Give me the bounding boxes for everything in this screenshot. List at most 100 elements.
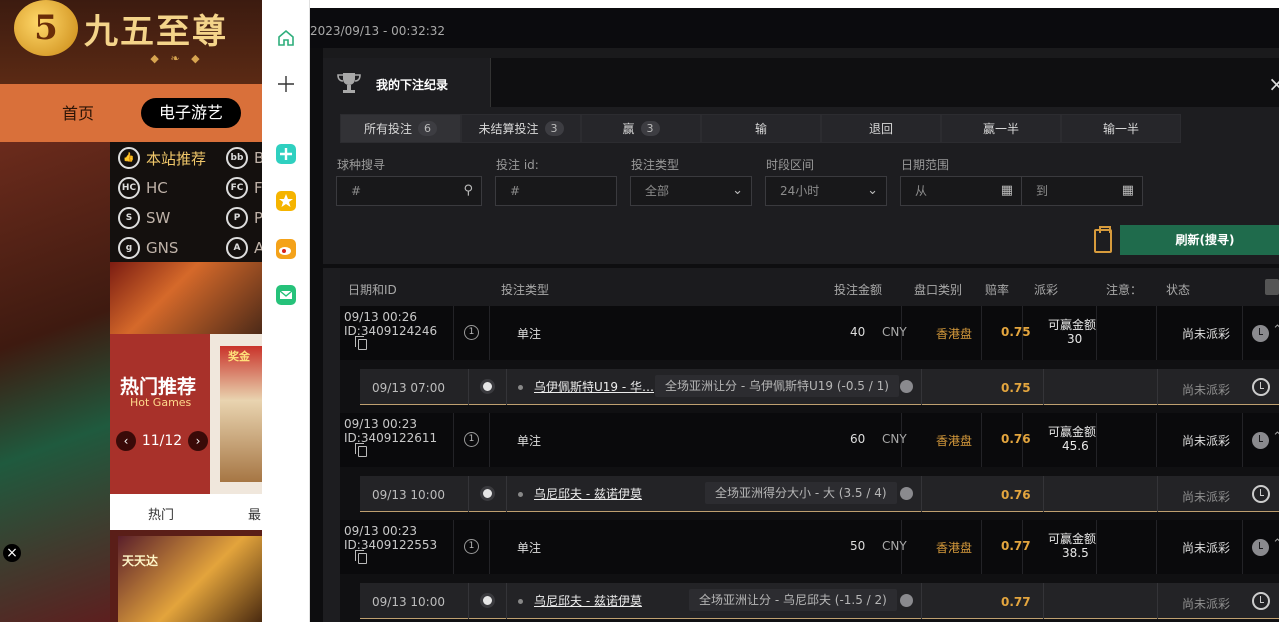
- bet-amount: 50: [850, 539, 866, 553]
- nav-home[interactable]: 首页: [62, 100, 94, 124]
- tab-unsettled[interactable]: 未结算投注 3: [461, 114, 581, 143]
- background-site: 5 九五至尊 ◆ ❧ ◆ 首页 电子游艺 👍 本站推荐 bb B HC HC FC F …: [0, 0, 262, 622]
- soccer-ball-icon: [480, 486, 495, 501]
- divider: [468, 369, 469, 405]
- cell-note: [1097, 413, 1157, 467]
- soccer-ball-icon: [480, 593, 495, 608]
- bet-type-select[interactable]: 全部 ⌄: [630, 176, 752, 206]
- pin-icon[interactable]: [274, 142, 298, 166]
- clock-icon[interactable]: [1252, 539, 1269, 556]
- provider-gns[interactable]: g GNS: [118, 236, 178, 260]
- clock-icon[interactable]: [1252, 485, 1270, 503]
- clipboard-icon[interactable]: [1094, 226, 1112, 253]
- divider: [921, 476, 922, 512]
- date-from-input[interactable]: 从 ▦: [900, 176, 1022, 206]
- side-toolbar: [262, 0, 310, 622]
- tab-half-lose[interactable]: 输一半: [1061, 114, 1181, 143]
- info-icon[interactable]: [900, 487, 913, 500]
- bet-id-input[interactable]: #: [495, 176, 617, 206]
- table-header: 日期和ID 投注类型 投注金额 盘口类别 赔率 派彩 注意： 状态: [340, 268, 1279, 306]
- bet-status: 尚未派彩: [1182, 327, 1231, 341]
- table-row[interactable]: 09/13 00:23 ID:3409122553 1 单注 50 CNY 香港…: [340, 520, 1279, 574]
- current-datetime: 2023/09/13 - 00:32:32: [310, 24, 446, 38]
- clock-icon[interactable]: [1252, 592, 1270, 610]
- game-banner[interactable]: 天天达: [118, 536, 262, 622]
- next-page-button[interactable]: ›: [187, 431, 208, 451]
- cell-payout: [1023, 306, 1097, 360]
- count-badge: 6: [418, 121, 437, 136]
- win-label: 可赢金额: [1048, 318, 1097, 332]
- promo-banner[interactable]: [110, 262, 262, 334]
- divider: [506, 476, 507, 512]
- tab-half-win[interactable]: 赢一半: [941, 114, 1061, 143]
- tab-hot[interactable]: 热门: [148, 504, 174, 523]
- close-icon[interactable]: ×: [3, 544, 21, 562]
- provider-a[interactable]: AA: [226, 236, 262, 260]
- home-icon[interactable]: [274, 26, 298, 50]
- plus-icon[interactable]: [274, 72, 298, 96]
- info-icon[interactable]: [900, 594, 913, 607]
- tab-refund[interactable]: 退回: [821, 114, 941, 143]
- selection-odds: 0.75: [1001, 381, 1031, 395]
- refresh-search-button[interactable]: 刷新(搜寻): [1120, 225, 1279, 255]
- tab-all-bets[interactable]: 所有投注 6: [340, 114, 461, 143]
- tab-win[interactable]: 赢3: [581, 114, 701, 143]
- provider-recommended[interactable]: 👍 本站推荐: [118, 146, 206, 170]
- chevron-up-icon[interactable]: ⌃: [1272, 323, 1279, 338]
- copy-icon[interactable]: [355, 550, 367, 564]
- calendar-icon: ▦: [1000, 183, 1013, 198]
- site-game-tabs: 热门 最: [110, 494, 262, 530]
- soccer-ball-icon: [480, 379, 495, 394]
- bet-selection: 全场亚洲让分 - 乌伊佩斯特U19 (-0.5 / 1): [655, 375, 899, 397]
- bet-history-modal: 我的下注纪录 × 所有投注 6 未结算投注 3 赢3 输 退回 赢一半 输一半 球种…: [323, 58, 1279, 622]
- period-select[interactable]: 24小时 ⌄: [765, 176, 887, 206]
- divider: [506, 583, 507, 619]
- selection-status: 尚未派彩: [1182, 490, 1231, 504]
- bet-table: 日期和ID 投注类型 投注金额 盘口类别 赔率 派彩 注意： 状态 09/13 …: [340, 268, 1279, 622]
- info-icon[interactable]: [900, 380, 913, 393]
- table-row[interactable]: 09/13 00:23 ID:3409122611 1 单注 60 CNY 香港…: [340, 413, 1279, 467]
- provider-b[interactable]: bb B: [226, 146, 262, 170]
- match-link[interactable]: 乌尼邱夫 - 兹诺伊莫: [534, 485, 642, 502]
- gns-icon: g: [118, 237, 140, 259]
- p-icon: P: [226, 207, 248, 229]
- col-market: 盘口类别: [914, 283, 963, 297]
- tab-latest[interactable]: 最: [248, 504, 261, 523]
- bet-id-label: 投注 id:: [496, 158, 539, 172]
- chevron-up-icon[interactable]: ⌃: [1272, 537, 1279, 552]
- site-nav: 首页 电子游艺: [0, 84, 262, 142]
- star-icon[interactable]: [274, 189, 298, 213]
- divider: [468, 583, 469, 619]
- sport-search-input[interactable]: # ⚲: [336, 176, 482, 206]
- game-banner-label: 天天达: [122, 554, 159, 568]
- clock-icon[interactable]: [1252, 432, 1269, 449]
- cell-note: [1097, 520, 1157, 574]
- divider: [1043, 476, 1044, 512]
- divider: [1043, 369, 1044, 405]
- chevron-up-icon[interactable]: ⌃: [1272, 430, 1279, 445]
- provider-hc[interactable]: HC HC: [118, 176, 168, 200]
- match-link[interactable]: 乌伊佩斯特U19 - 华…: [534, 378, 654, 395]
- provider-p[interactable]: PP: [226, 206, 262, 230]
- provider-f[interactable]: FC F: [226, 176, 262, 200]
- match-link[interactable]: 乌尼邱夫 - 兹诺伊莫: [534, 592, 642, 609]
- nav-electronic-games[interactable]: 电子游艺: [141, 98, 241, 128]
- provider-sw[interactable]: S SW: [118, 206, 170, 230]
- table-row[interactable]: 09/13 00:26 ID:3409124246 1 单注 40 CNY 香港…: [340, 306, 1279, 360]
- clock-icon[interactable]: [1252, 378, 1270, 396]
- clock-icon[interactable]: [1252, 325, 1269, 342]
- weibo-icon[interactable]: [274, 237, 298, 261]
- tab-lose[interactable]: 输: [701, 114, 821, 143]
- copy-icon[interactable]: [355, 443, 367, 457]
- bet-status: 尚未派彩: [1182, 434, 1231, 448]
- modal-header: 我的下注纪录 ×: [323, 58, 1279, 107]
- prev-page-button[interactable]: ‹: [116, 431, 136, 451]
- date-to-input[interactable]: 到 ▦: [1021, 176, 1143, 206]
- mail-icon[interactable]: [274, 283, 298, 307]
- game-card[interactable]: 奖金: [210, 334, 262, 494]
- column-toggle-icon[interactable]: [1265, 279, 1279, 295]
- close-icon[interactable]: ×: [1268, 72, 1279, 96]
- copy-icon[interactable]: [355, 336, 367, 350]
- game-card-art: [220, 346, 262, 482]
- panel-gutter: [310, 48, 323, 622]
